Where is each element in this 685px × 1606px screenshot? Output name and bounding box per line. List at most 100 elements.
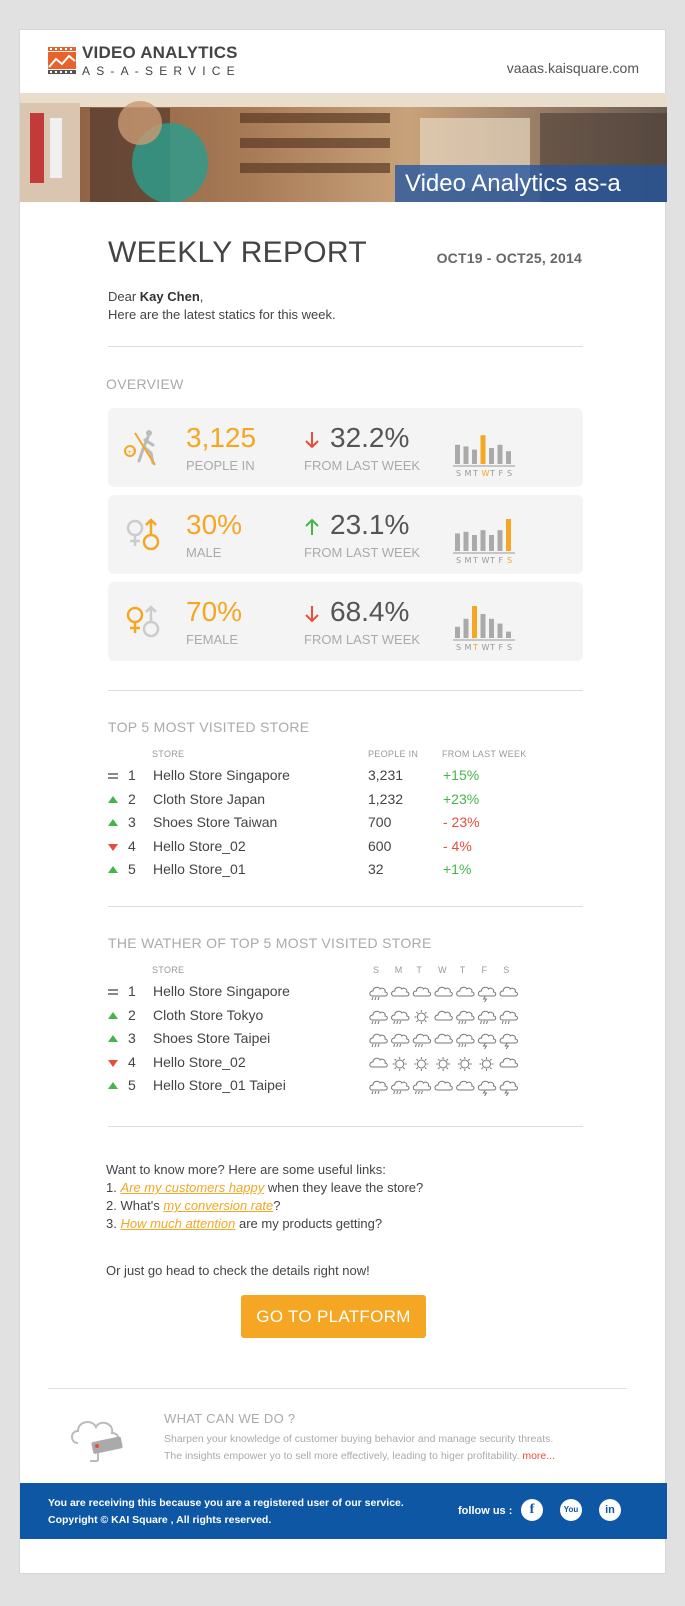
table-row: 4 Hello Store_02 600 - 4% (108, 838, 583, 858)
link-number: 1. (106, 1180, 121, 1195)
arrow-down-icon (305, 606, 319, 623)
spark-bar (489, 618, 494, 638)
spark-day-label: M (465, 556, 472, 565)
people-in-label: PEOPLE IN (186, 458, 255, 473)
rain-weather-icon (391, 1033, 410, 1048)
from-last-week-label: FROM LAST WEEK (304, 632, 421, 647)
attention-link[interactable]: How much attention (120, 1216, 235, 1231)
arrow-down-icon (305, 432, 319, 449)
spark-bar (506, 519, 511, 551)
trend-down-icon (108, 1059, 118, 1067)
table-row: 3 Shoes Store Taipei (108, 1030, 583, 1050)
week-change: +15% (443, 767, 480, 783)
sun-weather-icon (457, 1056, 472, 1071)
weather-day-label: T (459, 965, 466, 975)
spark-bar (506, 451, 511, 464)
spark-day-label: T (489, 556, 495, 565)
cloud-weather-icon (456, 986, 475, 997)
spark-day-label: W (482, 469, 490, 478)
female-label: FEMALE (186, 632, 239, 647)
rank-number: 4 (128, 1053, 136, 1070)
site-url-link[interactable]: vaaas.kaisquare.com (507, 60, 639, 76)
cloud-weather-icon (434, 986, 453, 997)
sun-weather-icon (414, 1009, 429, 1024)
rain-weather-icon (456, 1010, 475, 1024)
store-name: Shoes Store Taipei (153, 1030, 271, 1046)
spark-day-label: S (507, 469, 512, 478)
logo-icon (48, 47, 76, 74)
youtube-icon[interactable]: You (560, 1499, 582, 1521)
spark-day-label: S (456, 469, 461, 478)
male-change: 23.1% (330, 509, 410, 540)
links-intro: Want to know more? Here are some useful … (106, 1162, 386, 1177)
copyright-brand: KAI Square (111, 1514, 168, 1526)
female-value: 70% (186, 596, 243, 627)
week-change: +23% (443, 790, 480, 807)
overview-card-male: 30% MALE 23.1% FROM LAST WEEK SMTWTFS (108, 495, 583, 574)
spark-bar (480, 530, 486, 551)
email-card: VIDEO ANALYTICS AS-A-SERVICE vaaas.kaisq… (19, 29, 667, 1574)
spark-bar (472, 535, 477, 551)
rank-number: 2 (128, 1006, 136, 1023)
rank-number: 2 (128, 790, 136, 807)
svg-text:+1: +1 (127, 449, 136, 456)
useful-links: Want to know more? Here are some useful … (106, 1161, 423, 1233)
trend-same-icon (108, 989, 118, 995)
what-can-we-do-text: Sharpen your knowledge of customer buyin… (164, 1431, 604, 1465)
weather-title: THE WATHER OF TOP 5 MOST VISITED STORE (108, 935, 432, 951)
footer-notice: You are receiving this because you are a… (48, 1497, 404, 1509)
spark-bar (480, 435, 486, 464)
col-store-header: STORE (152, 749, 185, 759)
greeting-intro: Here are the latest statics for this wee… (108, 307, 336, 322)
customers-happy-link[interactable]: Are my customers happy (120, 1180, 264, 1195)
email-header: VIDEO ANALYTICS AS-A-SERVICE vaaas.kaisq… (20, 30, 667, 93)
facebook-icon[interactable]: f (521, 1499, 543, 1521)
footer-bar: You are receiving this because you are a… (20, 1483, 667, 1539)
recipient-name: Kay Chen (139, 289, 200, 304)
store-name: Hello Store Singapore (153, 767, 290, 783)
wcd-line-2-text: The insights empower yo to sell more eff… (164, 1450, 523, 1462)
link-line-3: 3. How much attention are my products ge… (106, 1215, 423, 1233)
weekly-weather-icons (369, 1056, 518, 1071)
table-row: 3 Shoes Store Taiwan 700 - 23% (108, 814, 583, 834)
col-store-header: STORE (152, 965, 185, 975)
spark-bar (463, 531, 469, 551)
weather-day-label: F (481, 965, 488, 975)
conversion-rate-link[interactable]: my conversion rate (163, 1198, 273, 1213)
spark-bar (497, 530, 503, 551)
storm-weather-icon (477, 1080, 497, 1097)
col-people-header: PEOPLE IN (368, 749, 419, 759)
greeting-prefix: Dear (108, 289, 140, 304)
trend-up-icon (108, 819, 118, 826)
go-to-platform-button[interactable]: GO TO PLATFORM (241, 1295, 426, 1338)
more-link[interactable]: more... (522, 1450, 555, 1462)
spark-bar (455, 626, 460, 638)
copyright-suffix: , All rights reserved. (167, 1514, 272, 1526)
people-walking-icon: +1 (124, 430, 156, 466)
trend-down-icon (108, 843, 118, 851)
people-in-count: 32 (368, 861, 384, 877)
spark-bar (472, 606, 477, 638)
people-in-count: 3,231 (368, 767, 404, 783)
weather-day-label: T (416, 965, 423, 975)
divider (108, 690, 583, 691)
weather-day-label: S (503, 965, 510, 975)
cloud-weather-icon (434, 1033, 453, 1044)
linkedin-icon[interactable]: in (599, 1499, 621, 1521)
cloud-weather-icon (434, 1080, 453, 1091)
from-last-week-label: FROM LAST WEEK (304, 458, 421, 473)
link-rest: ? (273, 1198, 281, 1213)
store-name: Cloth Store Japan (153, 790, 266, 807)
table-row: 1 Hello Store Singapore (108, 983, 583, 1003)
spark-bar (472, 449, 477, 464)
wcd-line-2: The insights empower yo to sell more eff… (164, 1448, 604, 1465)
copyright-prefix: Copyright © (48, 1514, 112, 1526)
spark-day-label: T (472, 643, 478, 652)
spark-day-label: S (456, 643, 461, 652)
rank-number: 3 (128, 814, 136, 830)
follow-us-label: follow us : (458, 1505, 513, 1517)
gender-male-icon (126, 518, 160, 551)
table-row: 2 Cloth Store Japan 1,232 +23% (108, 791, 583, 811)
table-row: 5 Hello Store_01 Taipei (108, 1077, 583, 1097)
trend-up-icon (108, 795, 118, 803)
